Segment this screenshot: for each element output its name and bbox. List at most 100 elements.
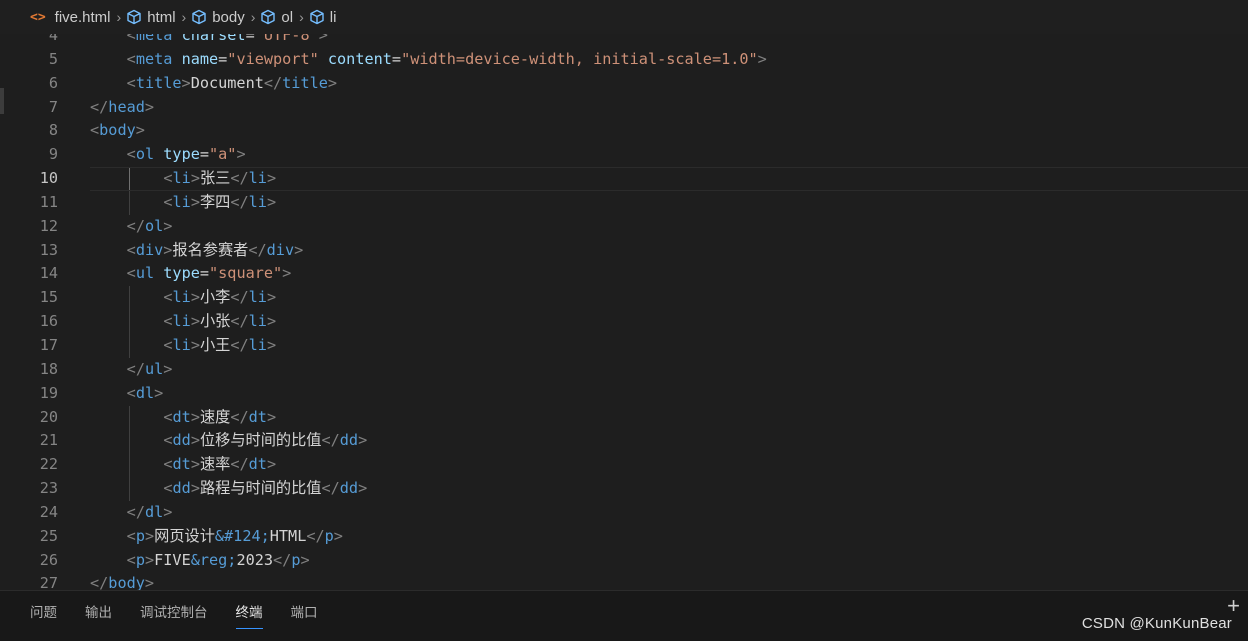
code-tag-name: p [135,550,145,569]
symbol-element-icon [260,9,276,25]
breadcrumb-item-html[interactable]: html [126,9,176,26]
code-content: <dd>位移与时间的比值</dd> [163,429,367,453]
code-line[interactable]: 16 <li>小张</li> [0,310,1248,334]
code-tag-name: meta [135,49,173,68]
panel-tab-1[interactable]: 输出 [85,591,112,635]
code-content: </head> [90,96,154,120]
code-text: 张三 [199,169,231,188]
code-line[interactable]: 25 <p>网页设计&#124;HTML</p> [0,525,1248,549]
code-line[interactable]: 20 <dt>速度</dt> [0,405,1248,430]
panel-tab-2[interactable]: 调试控制台 [140,591,208,635]
code-line[interactable]: 19 <dl> [0,382,1248,406]
code-line[interactable]: 9 <ol type="a"> [0,143,1248,167]
panel-tab-4[interactable]: 端口 [291,591,318,635]
code-punctuation: > [282,264,292,283]
code-line[interactable]: 5 <meta name="viewport" content="width=de… [0,48,1248,72]
panel-tab-0[interactable]: 问题 [30,591,57,635]
code-text: 小张 [199,312,231,331]
code-tag-name: div [135,240,164,259]
chevron-right-icon: › [250,9,256,25]
code-content: <title>Document</title> [127,72,337,96]
code-line[interactable]: 7 </head> [0,96,1248,120]
code-punctuation: > [190,431,200,450]
code-line[interactable]: 11 <li>李四</li> [0,190,1248,215]
breadcrumb-item-body[interactable]: body [191,9,245,26]
indent-guide [128,310,130,334]
code-tag-name: li [248,169,267,188]
code-content: <dt>速度</dt> [163,406,276,430]
breadcrumb-item-label: li [329,8,337,26]
code-tag-name: ul [144,359,164,378]
code-content: <li>李四</li> [163,191,276,215]
code-line[interactable]: 18 </ul> [0,358,1248,382]
code-punctuation: </ [90,97,109,116]
code-line[interactable]: 22 <dt>速率</dt> [0,453,1248,478]
code-punctuation: </ [126,502,145,521]
code-line[interactable]: 23 <dd>路程与时间的比值</dd> [0,477,1248,501]
code-line[interactable]: 26 <p>FIVE&reg;2023</p> [0,549,1248,573]
code-line[interactable]: 8 <body> [0,119,1248,143]
code-punctuation: < [163,335,173,354]
code-punctuation: < [126,240,136,259]
code-punctuation: > [236,145,246,164]
code-content: <li>小李</li> [163,286,276,310]
line-number: 9 [48,145,58,164]
code-content: <li>小王</li> [163,334,276,358]
code-punctuation: < [163,407,173,426]
code-line[interactable]: 24 </dl> [0,501,1248,525]
breadcrumb-item-ol[interactable]: ol [260,9,293,26]
code-line[interactable]: 13 <div>报名参赛者</div> [0,239,1248,263]
panel-tab-3[interactable]: 终端 [235,591,263,635]
code-content: <dt>速率</dt> [163,453,276,477]
indent-guide [128,477,130,501]
line-number: 25 [39,526,58,545]
code-punctuation: > [190,479,200,498]
code-punctuation: </ [126,359,145,378]
code-editor[interactable]: 4 <meta charset="UTF-8"> 5 <meta name="view… [0,24,1248,590]
line-number: 19 [39,383,58,402]
line-number: 16 [39,312,58,331]
line-number: 23 [39,479,58,498]
code-tag-name: dt [248,455,267,474]
code-punctuation: </ [263,73,283,92]
code-tag-name: dt [248,407,267,426]
code-text: 小李 [199,288,231,307]
code-text: FIVE [154,550,191,569]
breadcrumb-item-li[interactable]: li [309,8,337,26]
code-punctuation: </ [90,574,109,590]
code-line[interactable]: 17 <li>小王</li> [0,333,1248,358]
breadcrumb-file[interactable]: <> five.html [30,9,111,26]
code-line[interactable]: 14 <ul type="square"> [0,262,1248,286]
code-line[interactable]: 6 <title>Document</title> [0,72,1248,96]
code-punctuation: > [190,312,200,331]
code-tag-name: dd [172,431,191,450]
code-punctuation: > [190,407,200,426]
code-line[interactable]: 15 <li>小李</li> [0,286,1248,311]
code-content: <body> [90,119,145,143]
code-punctuation: < [126,526,136,545]
watermark: CSDN @KunKunBear [1081,615,1232,632]
code-text: Document [190,73,264,92]
line-number: 17 [39,335,58,354]
html-file-icon: <> [30,9,46,25]
line-number: 26 [39,550,58,569]
code-tag-name: dd [339,479,359,498]
code-punctuation: < [163,169,173,188]
line-number: 27 [39,574,58,590]
plus-icon[interactable]: + [1227,595,1240,617]
code-line[interactable]: 21 <dd>位移与时间的比值</dd> [0,429,1248,454]
code-punctuation: > [190,335,200,354]
code-line[interactable]: 10 <li>张三</li> [0,167,1248,191]
line-number: 5 [48,49,58,68]
code-tag-name: ul [135,264,155,283]
code-punctuation: > [266,335,277,354]
line-number: 7 [48,97,58,116]
code-punctuation: > [266,192,277,211]
code-tag-name: dt [172,455,191,474]
code-line[interactable]: 27 </body> [0,572,1248,590]
code-punctuation: < [163,479,173,498]
code-tag-name: dl [135,383,155,402]
code-text: 2023 [236,550,274,569]
code-line[interactable]: 12 </ol> [0,215,1248,239]
